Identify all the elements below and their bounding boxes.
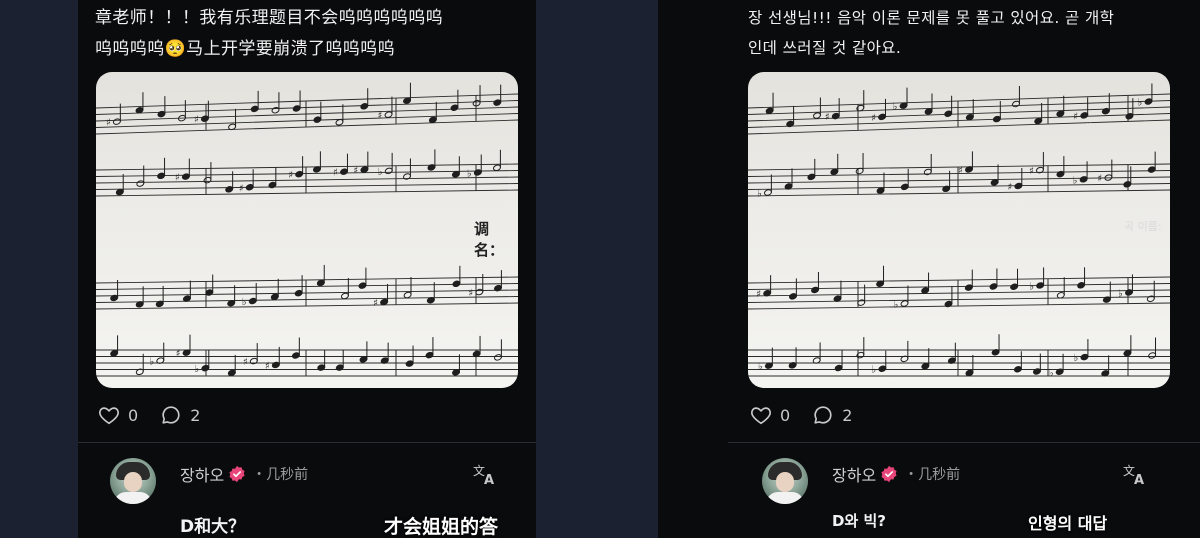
accidental: ♭ — [1074, 353, 1079, 364]
staff-line — [96, 189, 518, 197]
comment-time: ・几秒前 — [904, 467, 961, 483]
accidental: ♭ — [894, 300, 899, 311]
post-actions: 0 2 — [750, 404, 874, 426]
svg-text:A: A — [484, 473, 494, 486]
accidental: ♭ — [1073, 175, 1078, 186]
staff-line — [748, 189, 1170, 197]
accidental: ♯ — [871, 113, 876, 124]
staff-line — [96, 119, 518, 135]
post-panel-left: 章老师！！！我有乐理题目不会呜呜呜呜呜呜 呜呜呜呜🥺马上开学要崩溃了呜呜呜呜 ♯… — [78, 0, 536, 538]
accidental: ♭ — [149, 357, 154, 368]
staff-line — [96, 183, 518, 190]
post-text: 章老师！！！我有乐理题目不会呜呜呜呜呜呜 呜呜呜呜🥺马上开学要崩溃了呜呜呜呜 — [95, 8, 443, 59]
accidental: ♯ — [468, 288, 473, 299]
accidental: ♯ — [333, 168, 338, 179]
translate-icon[interactable]: 文 A — [472, 462, 498, 486]
sheet-music-score: ♯ ♯ ♭ ♯ ♭ ♭ ♯ ♯ ♯ ♭ ♯ ♯ ♭ ♭ ♭ ♭ ♭ ♭ ♭ — [748, 83, 1170, 379]
staff-line — [748, 119, 1170, 135]
staff-line — [748, 302, 1170, 310]
username[interactable]: 장하오 — [180, 462, 224, 486]
sheet-annotation: 어트 — [1086, 123, 1098, 130]
accidental: ♭ — [871, 365, 876, 376]
comment-text: D和大？ — [180, 517, 246, 537]
heart-icon — [751, 407, 771, 425]
comment-time: ・几秒前 — [252, 467, 309, 483]
accidental: ♯ — [1073, 111, 1078, 122]
staff-line — [748, 183, 1170, 190]
sheet-music-image[interactable]: ♯ ♯ ♯ ♯ ♯ ♯ ♯ ♯ ♭ ♭ ♭ ♯ ♯ ♭ ♯ ♭ ♯ ♯ 调名： — [96, 72, 518, 388]
like-button[interactable]: 0 — [98, 404, 138, 426]
like-count: 0 — [128, 405, 139, 425]
accidental: ♯ — [378, 111, 383, 122]
accidental: ♭ — [1138, 98, 1143, 109]
comment-icon — [162, 406, 180, 424]
accidental: ♯ — [958, 165, 963, 176]
accidental: ♭ — [1118, 288, 1123, 299]
accidental: ♯ — [825, 112, 830, 123]
accidental: ♯ — [243, 357, 248, 368]
comment-button[interactable]: 2 — [160, 404, 200, 426]
accidental: ♭ — [242, 297, 247, 308]
username[interactable]: 장하오 — [832, 462, 876, 486]
svg-text:A: A — [1134, 473, 1144, 486]
sheet-label: 곡 이름: — [1124, 220, 1162, 233]
accidental: ♯ — [175, 173, 180, 184]
post-panel-right: 장 선생님!!! 음악 이론 문제를 못 풀고 있어요. 곧 개학 인데 쓰러질… — [658, 0, 1200, 538]
comment-header: 장하오 ・几秒前 — [832, 462, 960, 486]
accidental: ♭ — [467, 168, 472, 179]
translate-icon[interactable]: 文 A — [1122, 462, 1148, 486]
post-actions: 0 2 — [98, 404, 222, 426]
accidental: ♯ — [373, 298, 378, 309]
caption-overlay: 才会姐姐的答 — [384, 516, 499, 538]
accidental: ♭ — [1049, 368, 1054, 379]
verified-badge-icon — [229, 465, 245, 483]
caption-overlay: 인형의 대답 — [1028, 514, 1108, 533]
staff-line — [748, 113, 1170, 128]
sheet-music-score: ♯ ♯ ♯ ♯ ♯ ♯ ♯ ♯ ♭ ♭ ♭ ♯ ♯ ♭ ♯ ♭ ♯ ♯ — [96, 82, 518, 377]
accidental: ♭ — [758, 362, 763, 373]
comment-count: 2 — [190, 405, 201, 425]
accidental: ♯ — [288, 170, 293, 181]
comment-count: 2 — [842, 405, 853, 425]
staff-line — [96, 163, 518, 171]
accidental: ♯ — [756, 289, 761, 300]
accidental: ♯ — [176, 349, 181, 360]
accidental: ♯ — [353, 166, 358, 177]
verified-badge-icon — [881, 465, 897, 483]
staff-line — [748, 93, 1170, 109]
heart-icon — [99, 407, 119, 425]
accidental: ♯ — [106, 118, 111, 129]
post-text: 장 선생님!!! 음악 이론 문제를 못 풀고 있어요. 곧 개학 인데 쓰러질… — [748, 9, 1115, 57]
accidental: ♯ — [239, 183, 244, 194]
accidental: ♯ — [1007, 182, 1012, 193]
comment-text: D와 빅? — [832, 512, 886, 530]
like-count: 0 — [780, 405, 791, 425]
staff-line — [748, 276, 1170, 284]
avatar[interactable] — [110, 458, 156, 504]
accidental: ♭ — [194, 364, 199, 375]
divider — [78, 442, 536, 443]
sheet-label: 调名： — [474, 220, 505, 259]
accidental: ♯ — [194, 115, 199, 126]
staff-line — [96, 289, 518, 297]
avatar[interactable] — [762, 458, 808, 504]
accidental: ♭ — [757, 189, 762, 200]
comment-header: 장하오 ・几秒前 — [180, 462, 308, 486]
accidental: ♯ — [1097, 174, 1102, 185]
sheet-music-image[interactable]: ♯ ♯ ♭ ♯ ♭ ♭ ♯ ♯ ♯ ♭ ♯ ♯ ♭ ♭ ♭ ♭ ♭ ♭ ♭ — [748, 72, 1170, 388]
divider — [728, 442, 1200, 443]
accidental: ♭ — [893, 102, 898, 113]
accidental: ♭ — [1029, 281, 1034, 292]
comment-button[interactable]: 2 — [812, 404, 852, 426]
accidental: ♯ — [1029, 166, 1034, 177]
staff-line — [748, 283, 1170, 290]
accidental: ♯ — [265, 361, 270, 372]
like-button[interactable]: 0 — [750, 404, 790, 426]
accidental: ♭ — [378, 167, 383, 178]
comment-icon — [814, 406, 832, 424]
